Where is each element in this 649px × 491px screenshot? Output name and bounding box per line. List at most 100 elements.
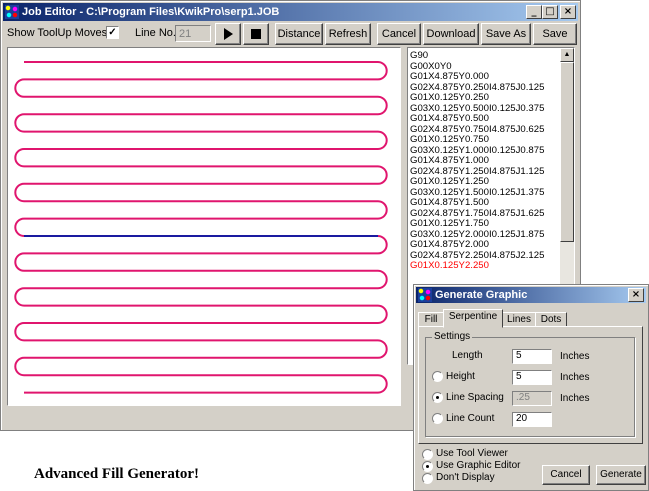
toolpath-turn [14,217,25,237]
dialog-title-bar: Generate Graphic × [416,287,646,303]
use-tool-viewer-radio[interactable] [422,449,433,460]
toolpath-turn [377,61,388,81]
minimize-button[interactable]: _ [526,5,542,19]
use-graphic-editor-label: Use Graphic Editor [436,460,521,471]
toolpath-turn [14,78,25,98]
gcode-line[interactable]: G01X4.875Y0.000 [410,72,560,83]
gcode-line[interactable]: G03X0.125Y0.500I0.125J0.375 [410,104,560,115]
gcode-line[interactable]: G01X4.875Y1.000 [410,156,560,167]
dont-display-radio[interactable] [422,473,433,484]
gcode-line[interactable]: G03X0.125Y1.000I0.125J0.875 [410,146,560,157]
toolbar: Show ToolUp Moves ✓ Line No. Distance Re… [3,23,578,49]
height-label: Height [446,371,475,382]
refresh-button[interactable]: Refresh [325,23,371,45]
toolpath-turn [377,339,388,359]
download-button[interactable]: Download [423,23,479,45]
toolpath-turn [377,374,388,394]
gcode-line[interactable]: G01X4.875Y1.500 [410,198,560,209]
settings-label: Settings [432,331,473,342]
line-spacing-input[interactable]: .25 [512,391,552,406]
show-toolup-label: Show ToolUp Moves [7,27,108,39]
dialog-title: Generate Graphic [435,289,528,301]
gcode-line[interactable]: G03X0.125Y1.500I0.125J1.375 [410,188,560,199]
use-graphic-editor-radio[interactable] [422,461,433,472]
tab-serpentine[interactable]: Serpentine [443,309,503,328]
toolpath-turn [377,235,388,255]
dialog-tabs: Fill Serpentine Lines Dots [418,309,644,328]
toolpath-turn [14,322,25,342]
gcode-line[interactable]: G02X4.875Y2.250I4.875J2.125 [410,251,560,262]
line-no-input[interactable] [175,25,211,42]
line-spacing-radio[interactable] [432,392,443,403]
cancel-button[interactable]: Cancel [377,23,421,45]
window-title: Job Editor - C:\Program Files\KwikPro\se… [22,6,280,18]
show-toolup-checkbox[interactable]: ✓ [106,26,119,39]
maximize-button[interactable]: □ [542,5,558,19]
line-no-label: Line No. [135,27,176,39]
length-input[interactable]: 5 [512,349,552,364]
scroll-thumb[interactable] [560,62,574,242]
dialog-close-button[interactable]: × [628,288,644,302]
gcode-line[interactable]: G03X0.125Y2.000I0.125J1.875 [410,230,560,241]
gcode-line[interactable]: G01X0.125Y0.750 [410,135,560,146]
gcode-lines: G90 G00X0Y0 G01X4.875Y0.000 G02X4.875Y0.250… [410,51,560,272]
gcode-line[interactable]: G01X0.125Y0.250 [410,93,560,104]
tab-lines[interactable]: Lines [502,312,536,327]
toolpath-preview[interactable] [7,47,401,406]
height-input[interactable]: 5 [512,370,552,385]
app-icon [5,5,19,19]
gcode-line[interactable]: G02X4.875Y1.250I4.875J1.125 [410,167,560,178]
gcode-line[interactable]: G02X4.875Y0.250I4.875J0.125 [410,83,560,94]
toolpath-turn [377,95,388,116]
stop-button[interactable] [243,23,269,45]
use-tool-viewer-label: Use Tool Viewer [436,448,508,459]
toolpath-turn [14,287,25,307]
length-label: Length [452,350,483,361]
generate-graphic-dialog: Generate Graphic × Fill Serpentine Lines… [413,284,649,491]
gcode-line[interactable]: G02X4.875Y1.750I4.875J1.625 [410,209,560,220]
toolpath-turn [14,148,25,168]
toolpath-turn [14,356,25,377]
line-count-radio[interactable] [432,413,443,424]
gcode-line[interactable]: G02X4.875Y0.750I4.875J0.625 [410,125,560,136]
gcode-line[interactable]: G01X0.125Y1.750 [410,219,560,230]
tab-fill[interactable]: Fill [418,312,444,327]
toolpath-turn [377,304,388,324]
close-button[interactable]: × [560,5,576,19]
gcode-line[interactable]: G01X4.875Y0.500 [410,114,560,125]
gcode-line[interactable]: G01X4.875Y2.000 [410,240,560,251]
tab-dots[interactable]: Dots [535,312,567,327]
play-icon [224,28,233,40]
toolpath-turn [14,182,25,203]
gcode-line[interactable]: G01X0.125Y1.250 [410,177,560,188]
serpentine-toolpath [14,61,388,394]
line-spacing-unit: Inches [560,393,590,404]
height-unit: Inches [560,372,590,383]
serpentine-panel: Settings Length 5 Inches Height 5 Inches… [418,326,643,444]
save-as-button[interactable]: Save As [481,23,531,45]
line-spacing-label: Line Spacing [446,392,504,403]
title-bar: Job Editor - C:\Program Files\KwikPro\se… [3,3,578,21]
toolpath-turn [377,200,388,220]
generate-button[interactable]: Generate [596,465,646,485]
save-button[interactable]: Save [533,23,577,45]
dialog-cancel-button[interactable]: Cancel [542,465,590,485]
line-count-input[interactable]: 20 [512,412,552,427]
settings-group: Settings Length 5 Inches Height 5 Inches… [425,331,635,437]
length-unit: Inches [560,351,590,362]
scroll-up-icon[interactable]: ▲ [560,48,574,62]
gcode-line[interactable]: G00X0Y0 [410,62,560,73]
caption: Advanced Fill Generator! [34,466,199,482]
line-count-label: Line Count [446,413,495,424]
toolpath-turn [14,113,25,133]
gcode-line[interactable]: G90 [410,51,560,62]
gcode-line[interactable]: G01X0.125Y2.250 [410,261,560,272]
distance-button[interactable]: Distance [275,23,323,45]
stop-icon [251,29,261,39]
play-button[interactable] [215,23,241,45]
toolpath-turn [377,130,388,150]
toolpath-turn [377,165,388,185]
toolpath-turn [377,269,388,290]
dont-display-label: Don't Display [436,472,495,483]
height-radio[interactable] [432,371,443,382]
